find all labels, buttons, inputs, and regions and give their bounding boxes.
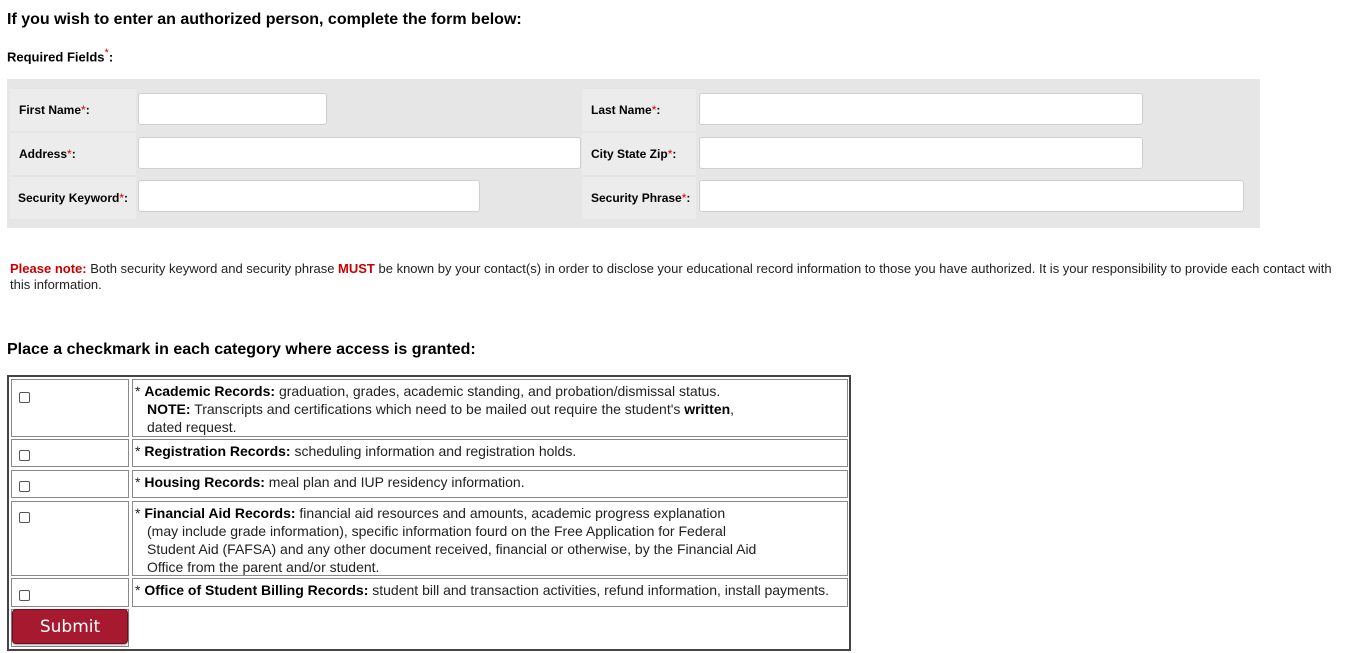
- registration-records-description: * Registration Records: scheduling infor…: [132, 439, 848, 467]
- academic-note-label: NOTE:: [147, 401, 191, 417]
- note-text-a: Both security keyword and security phras…: [86, 261, 339, 276]
- security-keyword-label: Security Keyword *:: [10, 177, 136, 219]
- financial-aid-line-3: Student Aid (FAFSA) and any other docume…: [147, 541, 757, 557]
- billing-checkbox-cell: [11, 578, 129, 607]
- required-fields-colon: :: [108, 49, 114, 65]
- housing-records-description: * Housing Records: meal plan and IUP res…: [132, 470, 848, 498]
- note-must: MUST: [338, 261, 375, 276]
- housing-checkbox-cell: [11, 470, 129, 498]
- housing-records-text: meal plan and IUP residency information.: [264, 474, 525, 490]
- first-name-input[interactable]: [138, 93, 327, 125]
- student-billing-records-description: * Office of Student Billing Records: stu…: [132, 578, 848, 607]
- student-billing-records-text: student bill and transaction activities,…: [368, 582, 830, 598]
- registration-records-title: Registration Records:: [144, 443, 291, 459]
- address-label: Address *:: [10, 133, 136, 175]
- academic-note-text-c: dated request.: [147, 419, 237, 435]
- access-categories-table: * Academic Records: graduation, grades, …: [7, 375, 851, 651]
- student-billing-records-checkbox[interactable]: [19, 590, 30, 601]
- academic-records-title: Academic Records:: [144, 383, 276, 399]
- note-prefix: Please note:: [10, 261, 87, 276]
- financial-aid-line-1: financial aid resources and amounts, aca…: [295, 505, 726, 521]
- category-asterisk: *: [135, 383, 141, 399]
- financial-aid-line-4: Office from the parent and/or student.: [147, 559, 380, 575]
- required-fields-legend: Required Fields*:: [7, 47, 113, 64]
- student-billing-records-title: Office of Student Billing Records:: [144, 582, 369, 598]
- required-fields-label: Required Fields: [7, 49, 105, 65]
- page-title: If you wish to enter an authorized perso…: [7, 11, 522, 28]
- security-keyword-input[interactable]: [138, 180, 480, 212]
- academic-note-text: Transcripts and certifications which nee…: [190, 401, 685, 417]
- academic-note-comma: ,: [730, 401, 735, 417]
- financial-aid-records-description: * Financial Aid Records: financial aid r…: [132, 501, 848, 576]
- academic-checkbox-cell: [11, 379, 129, 437]
- academic-records-description: * Academic Records: graduation, grades, …: [132, 379, 848, 437]
- authorized-person-form: First Name *: Last Name *: Address *: City …: [7, 79, 1260, 228]
- security-note: Please note: Both security keyword and s…: [10, 261, 1350, 293]
- security-phrase-input[interactable]: [699, 180, 1244, 212]
- financial-aid-records-title: Financial Aid Records:: [144, 505, 296, 521]
- housing-records-checkbox[interactable]: [19, 481, 30, 492]
- financial-aid-line-2: (may include grade information), specifi…: [147, 523, 726, 539]
- last-name-input[interactable]: [699, 93, 1143, 125]
- academic-note-written: written: [684, 401, 731, 417]
- academic-records-text: graduation, grades, academic standing, a…: [275, 383, 721, 399]
- last-name-label: Last Name *:: [582, 89, 696, 131]
- categories-heading: Place a checkmark in each category where…: [7, 341, 476, 358]
- financial-aid-records-checkbox[interactable]: [19, 512, 30, 523]
- address-input[interactable]: [138, 137, 581, 169]
- registration-records-checkbox[interactable]: [19, 450, 30, 461]
- housing-records-title: Housing Records:: [144, 474, 265, 490]
- academic-records-checkbox[interactable]: [19, 392, 30, 403]
- financial-checkbox-cell: [11, 501, 129, 576]
- security-phrase-label: Security Phrase *:: [582, 177, 696, 219]
- submit-button[interactable]: Submit: [12, 609, 128, 644]
- first-name-label: First Name *:: [10, 89, 136, 131]
- registration-checkbox-cell: [11, 439, 129, 467]
- city-state-zip-input[interactable]: [699, 137, 1143, 169]
- registration-records-text: scheduling information and registration …: [290, 443, 577, 459]
- city-state-zip-label: City State Zip *:: [582, 133, 696, 175]
